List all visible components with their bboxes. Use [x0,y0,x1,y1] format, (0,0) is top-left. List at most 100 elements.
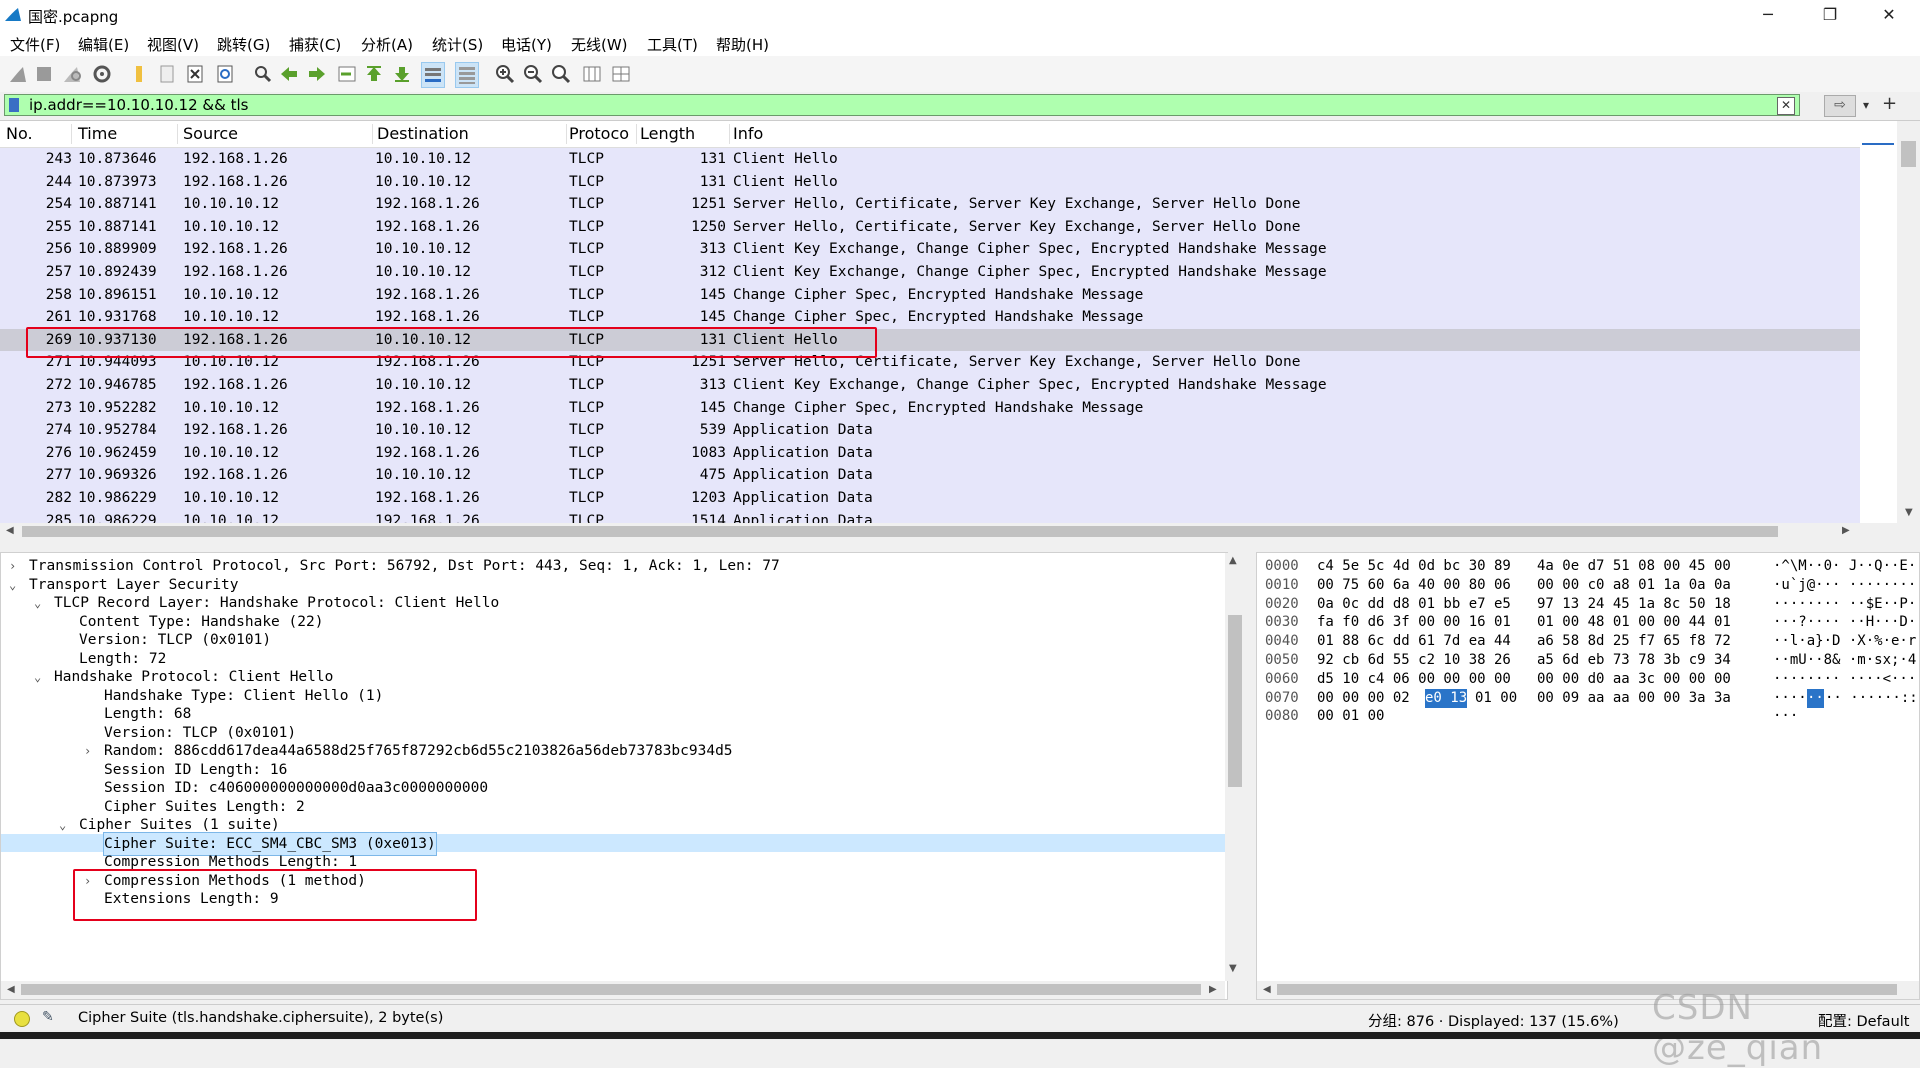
menu-go[interactable]: 跳转(G) [217,34,270,55]
menu-telephony[interactable]: 电话(Y) [501,34,552,55]
clear-filter-icon[interactable]: ✕ [1777,97,1795,115]
details-scroll-left-icon[interactable]: ◀ [7,984,15,995]
restart-capture-icon[interactable] [62,64,82,84]
reload-file-icon[interactable] [215,64,235,84]
zoom-out-icon[interactable] [523,64,543,84]
col-time-header[interactable]: Time [78,124,178,144]
packet-row[interactable]: 282 10.986229 10.10.10.12 192.168.1.26 TLCP 1… [0,486,1860,510]
last-packet-icon[interactable] [392,64,412,84]
packet-cell-dst: 10.10.10.12 [375,263,472,280]
bookmark-icon[interactable] [9,98,19,112]
scroll-down-icon[interactable]: ▼ [1905,507,1913,518]
col-no-header[interactable]: No. [6,124,72,144]
add-filter-button[interactable]: + [1882,93,1897,114]
packet-list-hscrollbar[interactable]: ◀ ▶ [0,523,1897,540]
packet-row[interactable]: 272 10.946785 192.168.1.26 10.10.10.12 TLCP 3… [0,373,1860,397]
display-filter-input[interactable]: ip.addr==10.10.10.12 && tls ✕ [4,94,1800,116]
packet-row[interactable]: 285 10.986229 10.10.10.12 192.168.1.26 TLCP 1… [0,509,1860,525]
menu-analyze[interactable]: 分析(A) [361,34,413,55]
menu-edit[interactable]: 编辑(E) [78,34,129,55]
details-hscrollbar[interactable]: ◀ ▶ [1,981,1225,999]
col-length-header[interactable]: Length [640,124,730,144]
packet-row[interactable]: 244 10.873973 192.168.1.26 10.10.10.12 TLCP 1… [0,170,1860,194]
go-back-icon[interactable] [279,64,299,84]
col-info-header[interactable]: Info [733,124,1733,144]
details-scroll-up-icon[interactable]: ▲ [1229,555,1237,566]
packet-row[interactable]: 261 10.931768 10.10.10.12 192.168.1.26 TLCP 1… [0,306,1860,329]
packet-row[interactable]: 257 10.892439 192.168.1.26 10.10.10.12 TLCP 3… [0,260,1860,284]
filter-text[interactable]: ip.addr==10.10.10.12 && tls [29,96,248,114]
packet-list-hscroll-thumb[interactable] [22,526,1778,537]
normal-size-icon[interactable] [551,64,571,84]
packet-list-vscroll-thumb[interactable] [1901,141,1916,167]
expert-info-icon[interactable] [14,1011,30,1027]
packet-cell-src: 10.10.10.12 [183,399,280,416]
save-file-icon[interactable] [157,64,177,84]
packet-list-vscrollbar[interactable]: ▼ [1897,121,1920,529]
menu-help[interactable]: 帮助(H) [716,34,769,55]
packet-cell-len: 131 [699,151,726,167]
hex-bytes: 92 cb 6d 55 c2 10 38 26 [1317,652,1511,668]
first-packet-icon[interactable] [364,64,384,84]
packet-cell-len: 313 [699,376,726,393]
close-file-icon[interactable] [185,64,205,84]
ascii-bytes: ·u`j@··· ········ [1773,576,1917,593]
packet-cell-proto: TLCP [569,173,604,190]
details-vscroll-thumb[interactable] [1228,615,1242,787]
packet-cell-dst: 192.168.1.26 [375,512,480,525]
minimize-button[interactable]: ─ [1745,0,1791,30]
layout-icon[interactable] [611,64,631,84]
packet-cell-src: 10.10.10.12 [183,512,280,525]
packet-row[interactable]: 254 10.887141 10.10.10.12 192.168.1.26 TLCP 1… [0,193,1860,216]
start-capture-icon[interactable] [8,64,28,84]
open-file-icon[interactable] [130,64,150,84]
find-packet-icon[interactable] [253,64,273,84]
capture-comment-icon[interactable]: ✎ [42,1009,54,1025]
apply-filter-button[interactable]: ⇨ [1824,95,1856,117]
packet-cell-len: 145 [699,286,726,303]
zoom-in-icon[interactable] [495,64,515,84]
packet-row[interactable]: 277 10.969326 192.168.1.26 10.10.10.12 TLCP 4… [0,464,1860,487]
menu-tools[interactable]: 工具(T) [647,34,698,55]
filter-history-dropdown[interactable]: ▾ [1858,95,1874,115]
close-button[interactable]: ✕ [1866,0,1912,30]
bytes-scroll-left-icon[interactable]: ◀ [1263,984,1271,995]
col-protocol-header[interactable]: Protoco [569,124,637,144]
scroll-right-icon[interactable]: ▶ [1842,525,1850,536]
details-scroll-right-icon[interactable]: ▶ [1209,984,1217,995]
colorize-icon[interactable] [455,62,479,88]
packet-row[interactable]: 255 10.887141 10.10.10.12 192.168.1.26 TLCP 1… [0,215,1860,239]
packet-row[interactable]: 273 10.952282 10.10.10.12 192.168.1.26 TLCP 1… [0,396,1860,420]
wireshark-fin-icon [5,8,21,21]
packet-row[interactable]: 256 10.889909 192.168.1.26 10.10.10.12 TLCP 3… [0,238,1860,261]
maximize-button[interactable]: ❐ [1807,0,1853,30]
menu-file[interactable]: 文件(F) [10,34,60,55]
menu-wireless[interactable]: 无线(W) [571,34,628,55]
ascii-bytes: ········ ····<··· [1773,670,1917,687]
menu-statistics[interactable]: 统计(S) [432,34,483,55]
packet-cell-proto: TLCP [569,196,604,213]
packet-row[interactable]: 258 10.896151 10.10.10.12 192.168.1.26 TLCP 1… [0,283,1860,307]
packet-cell-proto: TLCP [569,444,604,461]
scroll-left-icon[interactable]: ◀ [6,525,14,536]
display-filter-bar: ip.addr==10.10.10.12 && tls ✕ [0,92,1920,118]
resize-columns-icon[interactable] [582,64,602,84]
go-to-packet-icon[interactable] [337,64,357,84]
packet-cell-proto: TLCP [569,309,604,326]
packet-row[interactable]: 274 10.952784 192.168.1.26 10.10.10.12 TLCP 5… [0,419,1860,442]
col-source-header[interactable]: Source [183,124,373,144]
col-destination-header[interactable]: Destination [377,124,567,144]
hex-bytes: 00 01 00 [1317,708,1385,725]
packet-cell-dst: 192.168.1.26 [375,286,480,303]
packet-row[interactable]: 243 10.873646 192.168.1.26 10.10.10.12 TLCP 1… [0,148,1860,171]
details-hscroll-thumb[interactable] [21,984,1201,995]
details-vscrollbar[interactable]: ▲ ▼ [1225,553,1245,981]
capture-options-icon[interactable] [92,64,112,84]
menu-view[interactable]: 视图(V) [147,34,199,55]
stop-capture-icon[interactable] [34,64,54,84]
packet-row[interactable]: 276 10.962459 10.10.10.12 192.168.1.26 TLCP 1… [0,441,1860,465]
autoscroll-icon[interactable] [421,62,445,88]
menu-capture[interactable]: 捕获(C) [289,34,341,55]
go-forward-icon[interactable] [307,64,327,84]
details-scroll-down-icon[interactable]: ▼ [1229,963,1237,974]
